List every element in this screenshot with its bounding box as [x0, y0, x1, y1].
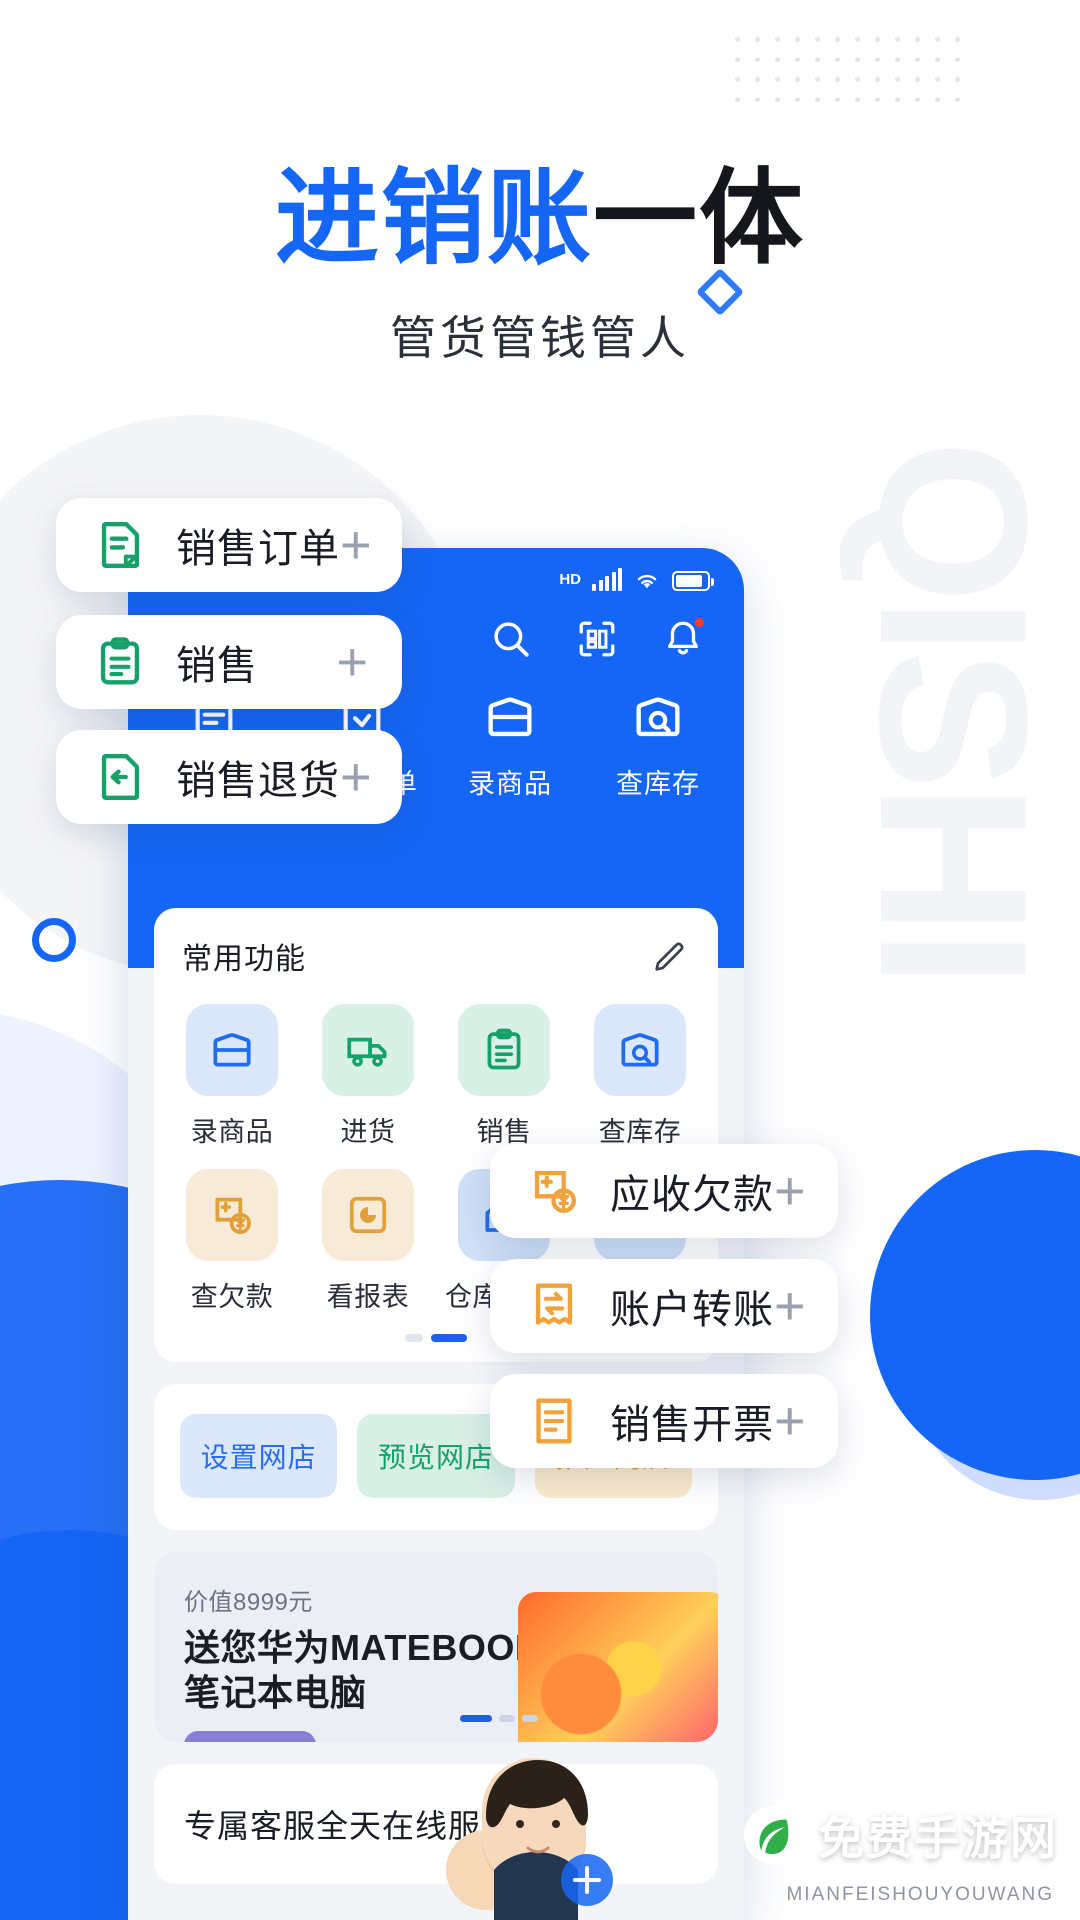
- shortcut-card-header: 常用功能: [154, 908, 718, 984]
- shortcut-label: 进货: [340, 1117, 396, 1147]
- floating-card-label: 销售订单: [176, 527, 340, 571]
- shortcut-item-receivables[interactable]: 查欠款: [164, 1155, 300, 1320]
- pencil-edit-icon[interactable]: [650, 936, 690, 976]
- quick-entry-label: 录商品: [468, 769, 552, 799]
- site-name: 免费手游网: [818, 1812, 1058, 1864]
- transfer-icon: [524, 1276, 584, 1336]
- truck-icon: [322, 1004, 414, 1096]
- promo-banner[interactable]: 价值8999元 送您华为MATEBOOK 13 笔记本电脑 点击查看: [154, 1552, 718, 1742]
- shortcut-item-sales[interactable]: 销售: [436, 990, 572, 1155]
- wifi-icon: [637, 574, 657, 589]
- floating-card-sales-return[interactable]: 销售退货 +: [56, 730, 402, 824]
- bell-icon[interactable]: [662, 616, 706, 660]
- quick-entry-label: 查库存: [616, 769, 700, 799]
- add-button[interactable]: +: [336, 635, 368, 689]
- floating-card-receivables[interactable]: 应收欠款 +: [490, 1144, 838, 1238]
- floating-card-label: 应收欠款: [610, 1173, 774, 1217]
- sales-order-doc-icon: [90, 515, 150, 575]
- add-button[interactable]: +: [774, 1164, 806, 1218]
- search-icon[interactable]: [490, 618, 532, 660]
- chart-report-icon: [322, 1169, 414, 1261]
- quick-entry-check-inventory[interactable]: 查库存: [584, 686, 732, 801]
- site-logo: 免费手游网: [742, 1802, 1058, 1868]
- inventory-search-icon: [584, 686, 732, 748]
- quick-entry-add-product[interactable]: 录商品: [436, 686, 584, 801]
- pager-dot: [405, 1334, 423, 1342]
- floating-card-label: 销售: [176, 644, 258, 688]
- shortcut-item-purchase[interactable]: 进货: [300, 990, 436, 1155]
- page-title-blue: 进销账: [274, 161, 593, 277]
- shortcut-card-title: 常用功能: [182, 943, 306, 976]
- floating-card-sales-invoice[interactable]: 销售开票 +: [490, 1374, 838, 1468]
- add-button[interactable]: +: [340, 518, 372, 572]
- decor-ring-icon: [32, 918, 76, 962]
- floating-card-label: 账户转账: [610, 1288, 774, 1332]
- invoice-icon: [524, 1391, 584, 1451]
- shortcut-label: 查欠款: [190, 1282, 274, 1312]
- pager-dot-active: [431, 1334, 467, 1342]
- return-doc-icon: [90, 747, 150, 807]
- setup-shop-button[interactable]: 设置网店: [180, 1414, 338, 1498]
- add-button[interactable]: +: [774, 1279, 806, 1333]
- decor-circle-blue-right: [870, 1150, 1080, 1480]
- hero-heading-block: 进销账一体 管货管钱管人: [0, 160, 1080, 368]
- add-button[interactable]: +: [774, 1394, 806, 1448]
- box-icon: [186, 1004, 278, 1096]
- shortcut-item-inventory[interactable]: 查库存: [572, 990, 708, 1155]
- inventory-search-icon: [594, 1004, 686, 1096]
- leaf-logo-icon: [743, 1805, 803, 1865]
- box-icon: [436, 686, 584, 748]
- shortcut-item-add-product[interactable]: 录商品: [164, 990, 300, 1155]
- page-title: 进销账一体: [0, 160, 1080, 280]
- receivable-icon: [524, 1161, 584, 1221]
- signal-bars-icon: [592, 568, 622, 591]
- shortcut-label: 看报表: [326, 1282, 410, 1312]
- floating-card-label: 销售开票: [610, 1403, 774, 1447]
- shortcut-label: 录商品: [190, 1117, 274, 1147]
- add-button[interactable]: +: [340, 750, 372, 804]
- page-subtitle: 管货管钱管人: [390, 311, 690, 364]
- dot-pattern-icon: [728, 30, 968, 110]
- floating-card-label: 销售退货: [176, 759, 340, 803]
- brand-watermark: QISHI: [836, 440, 1071, 982]
- site-url: MIANFEISHOUYOUWANG: [786, 1884, 1054, 1905]
- barcode-scan-icon[interactable]: [576, 618, 618, 660]
- promo-cta-button[interactable]: 点击查看: [184, 1731, 316, 1742]
- customer-service-avatar: [446, 1758, 613, 1920]
- clipboard-icon: [458, 1004, 550, 1096]
- clipboard-icon: [90, 632, 150, 692]
- floating-card-sales-order[interactable]: 销售订单 +: [56, 498, 402, 592]
- battery-icon: [672, 571, 714, 591]
- notification-badge: [693, 616, 706, 629]
- floating-card-account-transfer[interactable]: 账户转账 +: [490, 1259, 838, 1353]
- shortcut-item-reports[interactable]: 看报表: [300, 1155, 436, 1320]
- floating-card-sales[interactable]: 销售 +: [56, 615, 402, 709]
- hd-badge: HD: [559, 571, 581, 588]
- page-title-dark: 一体: [593, 161, 806, 277]
- receivable-icon: [186, 1169, 278, 1261]
